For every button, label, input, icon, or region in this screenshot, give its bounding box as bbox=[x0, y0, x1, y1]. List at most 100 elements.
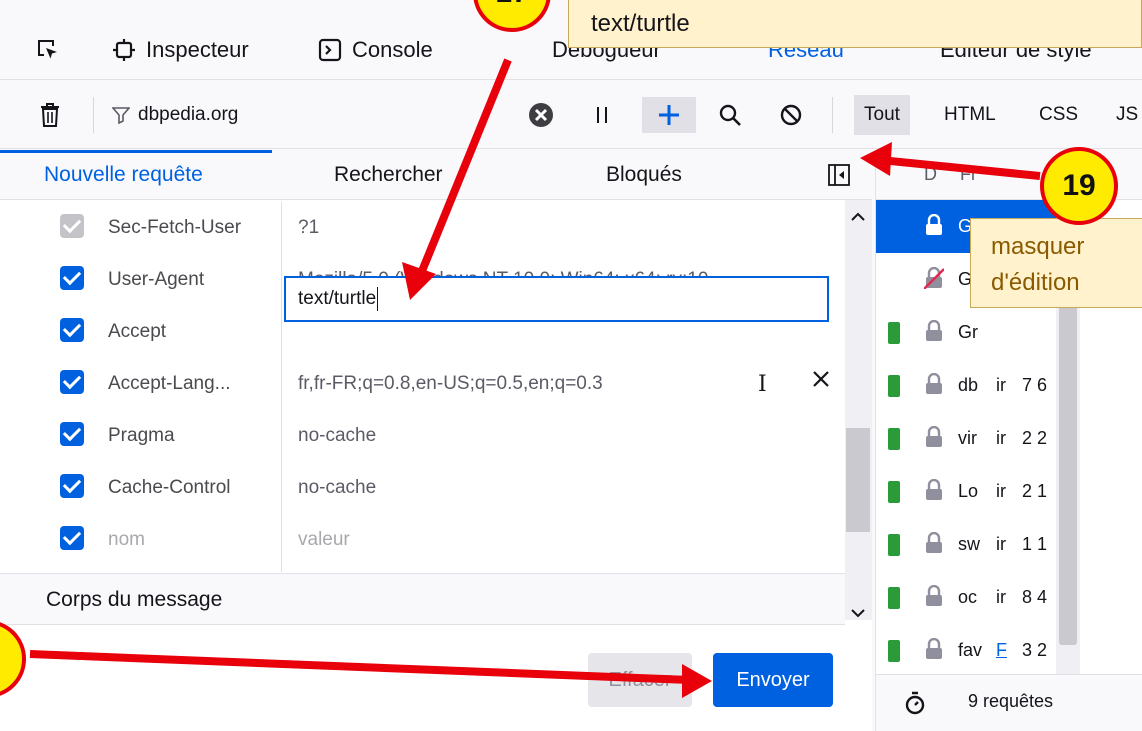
message-body-section[interactable]: Corps du message bbox=[0, 573, 845, 625]
stopwatch-icon bbox=[905, 691, 925, 715]
pause-button[interactable] bbox=[595, 81, 609, 149]
remove-header-button[interactable] bbox=[812, 370, 830, 393]
request-row[interactable]: Lo ir 2 1 bbox=[876, 465, 1066, 518]
header-checkbox[interactable] bbox=[60, 266, 84, 290]
status-badge bbox=[888, 640, 900, 662]
status-badge bbox=[888, 587, 900, 609]
request-row[interactable]: db ir 7 6 bbox=[876, 359, 1066, 412]
toolbar-divider bbox=[832, 97, 833, 133]
header-name[interactable]: Sec-Fetch-User bbox=[108, 202, 241, 254]
text-caret bbox=[377, 287, 379, 311]
url-filter-value: dbpedia.org bbox=[138, 104, 239, 125]
search-icon bbox=[719, 104, 741, 126]
header-checkbox[interactable] bbox=[60, 318, 84, 342]
url-filter-input[interactable]: dbpedia.org bbox=[112, 81, 238, 149]
header-value[interactable]: fr,fr-FR;q=0.8,en-US;q=0.5,en;q=0.3 bbox=[298, 358, 603, 410]
tab-console-label: Console bbox=[352, 37, 433, 62]
accept-value-input[interactable]: text/turtle bbox=[284, 276, 829, 322]
scroll-up-arrow[interactable] bbox=[850, 208, 866, 226]
column-file[interactable]: Fi bbox=[960, 164, 975, 185]
tab-new-request[interactable]: Nouvelle requête bbox=[44, 150, 203, 200]
request-size: 2 1 bbox=[1022, 481, 1048, 501]
request-file: Gr bbox=[958, 322, 978, 342]
new-header-value-input[interactable]: valeur bbox=[298, 514, 350, 566]
header-name[interactable]: User-Agent bbox=[108, 254, 204, 306]
send-button[interactable]: Envoyer bbox=[713, 653, 833, 707]
panel-subtabs: Nouvelle requête Rechercher Bloqués bbox=[0, 150, 872, 200]
header-checkbox[interactable] bbox=[60, 370, 84, 394]
tab-inspector-label: Inspecteur bbox=[146, 37, 249, 62]
request-type: ir bbox=[996, 534, 1006, 554]
toggle-sidebar-button[interactable] bbox=[828, 164, 850, 191]
status-badge bbox=[888, 534, 900, 556]
chevron-down-icon bbox=[851, 609, 865, 618]
clear-filter-button[interactable] bbox=[528, 81, 554, 149]
header-value[interactable]: no-cache bbox=[298, 462, 376, 514]
lock-icon bbox=[926, 585, 942, 606]
headers-scrollbar[interactable] bbox=[845, 200, 872, 620]
header-row: nom valeur bbox=[0, 514, 845, 566]
type-filter-js[interactable]: JS bbox=[1106, 95, 1142, 135]
header-checkbox[interactable] bbox=[60, 422, 84, 446]
request-file: fav bbox=[958, 640, 983, 660]
search-button[interactable] bbox=[718, 81, 742, 149]
request-file: vir bbox=[958, 428, 977, 448]
request-file: Lo bbox=[958, 481, 979, 501]
headers-scrollbar-thumb[interactable] bbox=[846, 428, 870, 532]
type-filter-html[interactable]: HTML bbox=[934, 95, 1006, 135]
type-filter-all[interactable]: Tout bbox=[854, 95, 910, 135]
clear-button[interactable]: Effacer bbox=[588, 653, 692, 707]
header-checkbox[interactable] bbox=[60, 214, 84, 238]
header-name[interactable]: Accept bbox=[108, 306, 166, 358]
header-value[interactable]: ?1 bbox=[298, 202, 319, 254]
trash-icon bbox=[41, 103, 59, 127]
request-row[interactable]: vir ir 2 2 bbox=[876, 412, 1066, 465]
console-icon bbox=[318, 38, 342, 62]
element-picker-button[interactable] bbox=[36, 28, 60, 72]
scroll-down-arrow[interactable] bbox=[850, 606, 866, 624]
request-type: ir bbox=[996, 375, 1006, 395]
network-filter-toolbar: dbpedia.org Tout HTML CSS JS bbox=[0, 81, 1142, 149]
annotation-callout-top: text/turtle bbox=[568, 0, 1142, 48]
request-row[interactable]: Gr bbox=[876, 306, 1066, 359]
new-request-button[interactable] bbox=[642, 97, 696, 133]
tab-console[interactable]: Console bbox=[318, 28, 433, 72]
clear-requests-button[interactable] bbox=[40, 81, 60, 149]
request-size: 7 6 bbox=[1022, 375, 1048, 395]
column-divider bbox=[281, 202, 282, 572]
request-type: ir bbox=[996, 481, 1006, 501]
inspector-icon bbox=[113, 39, 135, 61]
column-domain[interactable]: D bbox=[924, 164, 937, 185]
lock-icon bbox=[926, 214, 942, 235]
status-badge bbox=[888, 481, 900, 503]
request-row[interactable]: sw ir 1 1 bbox=[876, 518, 1066, 571]
header-name[interactable]: Accept-Lang... bbox=[108, 358, 231, 410]
tab-search[interactable]: Rechercher bbox=[334, 150, 443, 200]
lock-icon bbox=[926, 638, 942, 659]
lock-icon bbox=[926, 320, 942, 341]
request-row[interactable]: fav F 3 2 bbox=[876, 624, 1066, 677]
collapse-panel-icon bbox=[828, 164, 850, 186]
header-name[interactable]: Cache-Control bbox=[108, 462, 231, 514]
request-size: 3 2 bbox=[1022, 640, 1048, 660]
request-list-footer: 9 requêtes bbox=[876, 674, 1142, 731]
annotation-right-line1: masquer bbox=[991, 233, 1085, 260]
header-value[interactable]: no-cache bbox=[298, 410, 376, 462]
annotation-right-line2: d'édition bbox=[991, 269, 1080, 296]
request-type: F bbox=[996, 640, 1007, 660]
type-filter-css[interactable]: CSS bbox=[1029, 95, 1088, 135]
header-name[interactable]: Pragma bbox=[108, 410, 175, 462]
new-header-name-input[interactable]: nom bbox=[108, 514, 145, 566]
tab-blocked[interactable]: Bloqués bbox=[606, 150, 682, 200]
header-row: Sec-Fetch-User ?1 bbox=[0, 202, 845, 254]
plus-icon bbox=[659, 105, 679, 125]
tab-inspector[interactable]: Inspecteur bbox=[112, 28, 249, 72]
block-url-button[interactable] bbox=[780, 81, 802, 149]
block-icon bbox=[780, 104, 802, 126]
header-row: Cache-Control no-cache bbox=[0, 462, 845, 514]
text-cursor-icon: I bbox=[758, 372, 767, 397]
header-checkbox[interactable] bbox=[60, 526, 84, 550]
header-checkbox[interactable] bbox=[60, 474, 84, 498]
accept-value-text: text/turtle bbox=[298, 288, 377, 309]
request-row[interactable]: oc ir 8 4 bbox=[876, 571, 1066, 624]
